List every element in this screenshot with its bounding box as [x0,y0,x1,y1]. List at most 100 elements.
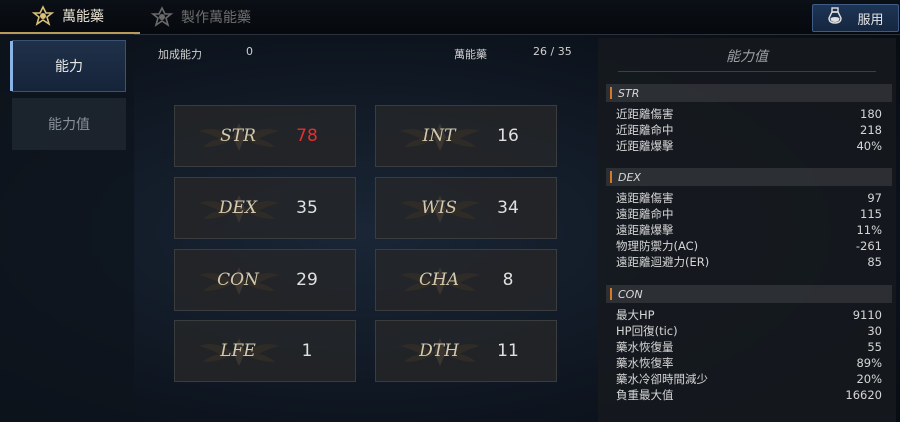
stat-name: CHA [418,270,460,290]
stat-row-label: 遠距離迴避力(ER) [616,255,710,269]
section-title: STR [618,86,640,100]
tab-craft-elixir[interactable]: 製作萬能藥 [145,0,305,34]
stat-row-label: HP回復(tic) [616,324,678,338]
potion-icon [827,7,843,29]
stat-row-label: 藥水冷卻時間減少 [616,372,708,386]
stat-card-dth: DTH 11 [375,320,557,382]
stat-value: 8 [502,270,514,290]
section-con: CON 最大HP 9110 HP回復(tic) 30 藥水恢復量 55 藥水恢復率 89% 藥水冷… [606,285,892,403]
stat-name: DTH [419,341,459,361]
stat-row: 近距離命中 218 [606,122,892,138]
section-header: DEX [606,168,892,186]
stat-row: 最大HP 9110 [606,307,892,323]
nav-item-label: 能力值 [48,117,90,133]
stat-card-str: STR 78 [174,105,356,167]
elixir-crest-icon [30,3,56,29]
stat-row-value: 20% [856,372,882,386]
stat-name: LFE [220,341,256,361]
stat-value: 29 [296,270,318,290]
stat-value: 34 [497,198,519,218]
divider [618,71,876,72]
stat-row: 遠距離命中 115 [606,206,892,222]
stat-row-label: 藥水恢復量 [616,340,674,354]
craft-crest-icon [149,4,175,30]
elixir-count-value: 26 / 35 [533,45,572,58]
stat-value: 16 [497,126,519,146]
stat-row: 負重最大值 16620 [606,387,892,403]
stat-row-value: 16620 [845,388,882,402]
section-dex: DEX 遠距離傷害 97 遠距離命中 115 遠距離爆擊 11% 物理防禦力(AC) -261 遠… [606,168,892,270]
tab-craft-label: 製作萬能藥 [181,10,251,26]
accent-bar [610,171,612,183]
nav-item-ability[interactable]: 能力 [10,40,126,92]
stat-card-int: INT 16 [375,105,557,167]
stat-row-label: 近距離爆擊 [616,139,674,153]
stat-card-con: CON 29 [174,249,356,311]
stat-value: 78 [296,126,318,146]
accent-bar [610,87,612,99]
stat-row-value: 55 [867,340,882,354]
section-header: STR [606,84,892,102]
stat-row-value: 89% [856,356,882,370]
stat-row-label: 遠距離爆擊 [616,223,674,237]
stat-row-value: 180 [860,107,882,121]
accent-bar [610,288,612,300]
stat-value: 1 [301,341,313,361]
stat-row-label: 遠距離傷害 [616,191,674,205]
stat-row-value: 218 [860,123,882,137]
stat-row-value: 97 [867,191,882,205]
tab-elixir[interactable]: 萬能藥 [0,0,140,34]
stat-row-value: 9110 [852,308,882,322]
stat-row: 藥水冷卻時間減少 20% [606,371,892,387]
stats-panel: 能力值 STR 近距離傷害 180 近距離命中 218 近距離爆擊 40% DEX 遠距離傷害 9… [598,38,896,422]
stat-row-value: 85 [867,255,882,269]
tab-elixir-label: 萬能藥 [62,9,104,25]
use-button-label: 服用 [857,12,884,28]
section-header: CON [606,285,892,303]
stat-name: CON [217,270,259,290]
stat-card-cha: CHA 8 [375,249,557,311]
bonus-label: 加成能力 [158,48,202,61]
stat-name: WIS [421,198,457,218]
stat-row-label: 近距離命中 [616,123,674,137]
stat-value: 35 [296,198,318,218]
stat-row: 近距離傷害 180 [606,106,892,122]
bonus-value: 0 [246,45,253,58]
stat-row-label: 藥水恢復率 [616,356,674,370]
stat-row: 藥水恢復率 89% [606,355,892,371]
stat-row-label: 物理防禦力(AC) [616,239,699,253]
stat-row-value: -261 [855,239,882,253]
stat-row-label: 遠距離命中 [616,207,674,221]
section-str: STR 近距離傷害 180 近距離命中 218 近距離爆擊 40% [606,84,892,154]
section-title: CON [618,287,643,301]
top-bar: 萬能藥 製作萬能藥 服用 [0,0,900,35]
stat-row-value: 11% [856,223,882,237]
stat-row: 遠距離傷害 97 [606,190,892,206]
use-button[interactable]: 服用 [812,4,899,32]
stat-row-label: 最大HP [616,308,655,322]
stat-row-value: 115 [860,207,882,221]
nav-item-label: 能力 [55,59,83,75]
stat-card-wis: WIS 34 [375,177,557,239]
stat-row-value: 40% [856,139,882,153]
stat-row: 遠距離爆擊 11% [606,222,892,238]
elixir-count-label: 萬能藥 [454,48,487,61]
stat-card-dex: DEX 35 [174,177,356,239]
stat-row-label: 近距離傷害 [616,107,674,121]
stat-row: 遠距離迴避力(ER) 85 [606,254,892,270]
stat-row: HP回復(tic) 30 [606,323,892,339]
stat-card-lfe: LFE 1 [174,320,356,382]
stat-value: 11 [497,341,519,361]
section-title: DEX [618,170,641,184]
stat-name: INT [422,126,456,146]
side-nav: 能力 能力值 [0,34,134,422]
stat-row-value: 30 [867,324,882,338]
stat-name: DEX [218,198,258,218]
stat-row: 近距離爆擊 40% [606,138,892,154]
stat-row-label: 負重最大值 [616,388,674,402]
panel-title: 能力值 [726,49,768,65]
stat-row: 物理防禦力(AC) -261 [606,238,892,254]
stat-row: 藥水恢復量 55 [606,339,892,355]
nav-item-ability-value[interactable]: 能力值 [12,98,126,150]
stat-name: STR [220,126,256,146]
